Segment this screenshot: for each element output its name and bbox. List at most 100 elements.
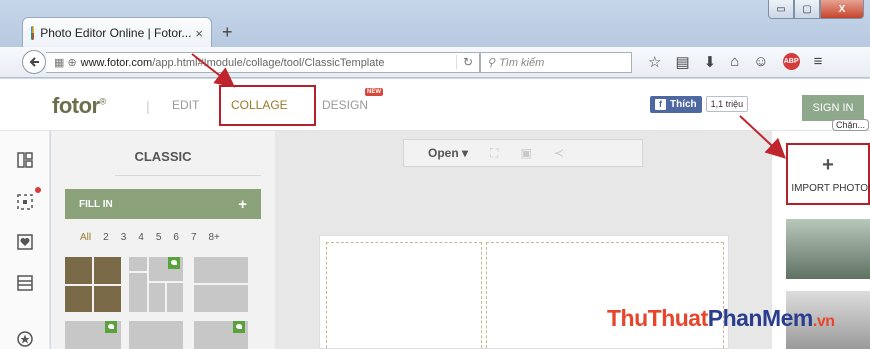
canvas-toolbar: Open ▾ ⛶ ▣ ≺: [403, 139, 643, 167]
thumb-2-cell-e: [167, 283, 183, 312]
fill-in-button[interactable]: FILL IN +: [65, 189, 261, 219]
list-icon: [17, 275, 33, 291]
new-tab-button[interactable]: +: [222, 22, 233, 43]
thumb-3-cell-a: [194, 257, 248, 283]
chat-icon[interactable]: ☺: [753, 53, 768, 71]
toolbar-icons: ☆ ▤ ⬇ ⌂ ☺ ABP ≡: [648, 53, 822, 71]
url-host: www.fotor.com: [80, 56, 153, 69]
search-icon: ⚲: [487, 57, 496, 69]
collage-highlight-box: [219, 85, 316, 126]
watermark-part-2: PhanMem: [707, 305, 814, 331]
filter-8-plus[interactable]: 8+: [209, 232, 220, 243]
collage-cell-right[interactable]: [486, 242, 724, 348]
open-button[interactable]: Open ▾: [428, 146, 468, 160]
premium-tag-icon: [168, 257, 180, 269]
facebook-like-count: 1,1 triệu: [705, 96, 749, 112]
filter-2[interactable]: 2: [103, 232, 109, 243]
fill-in-label: FILL IN: [79, 198, 113, 210]
filter-4[interactable]: 4: [138, 232, 144, 243]
logo-mark: ®: [99, 96, 107, 107]
star-circle-icon: [17, 331, 33, 347]
bookmarks-list-icon[interactable]: ▤: [675, 53, 689, 71]
facebook-like-label: Thích: [670, 98, 697, 110]
chevron-down-icon: ▾: [462, 146, 469, 160]
watermark-part-1: ThuThuat: [607, 305, 708, 331]
template-panel: CLASSIC FILL IN + All 2 3 4 5 6 7 8+: [51, 131, 275, 349]
panel-title: CLASSIC: [134, 149, 192, 164]
browser-titlebar: Photo Editor Online | Fotor... × + ▭ ▢ X: [0, 0, 870, 48]
search-input[interactable]: ⚲ Tìm kiếm: [480, 52, 632, 73]
fotor-header: fotor® | EDIT COLLAGE DESIGN NEW f Thích…: [0, 79, 870, 131]
import-plus-icon: +: [822, 154, 834, 176]
thumb-2-cell-c: [129, 273, 147, 312]
url-path: /app.html#!module/collage/tool/ClassicTe…: [152, 56, 385, 69]
border-icon[interactable]: [16, 193, 34, 211]
tab-close-icon[interactable]: ×: [195, 26, 203, 41]
thumb-3-cell-b: [194, 285, 248, 312]
fill-in-plus-icon: +: [238, 195, 247, 213]
menu-icon[interactable]: ≡: [814, 53, 823, 71]
close-window-button[interactable]: X: [820, 0, 864, 19]
open-label: Open: [428, 146, 459, 160]
url-bar[interactable]: ▦ ⊕ www.fotor.com/app.html#!module/colla…: [46, 52, 480, 73]
tab-title: Photo Editor Online | Fotor...: [40, 26, 192, 40]
save-icon[interactable]: ▣: [520, 146, 531, 160]
tool-rail: [0, 131, 50, 349]
filter-6[interactable]: 6: [173, 232, 179, 243]
import-photos-button[interactable]: + IMPORT PHOTOS: [786, 143, 870, 205]
collage-cell-left[interactable]: [326, 242, 482, 348]
sign-in-button[interactable]: SIGN IN: [802, 95, 864, 121]
adblock-icon[interactable]: ABP: [782, 53, 800, 70]
sticker-icon[interactable]: [16, 233, 34, 251]
layout-icon-svg: [17, 152, 33, 168]
thumb-2-cell-d: [149, 283, 165, 312]
star-icon[interactable]: [16, 330, 34, 348]
fotor-favicon-icon: [31, 26, 35, 40]
home-icon[interactable]: ⌂: [730, 53, 739, 71]
logo-text: fotor: [52, 93, 100, 118]
facebook-like-button[interactable]: f Thích: [650, 95, 702, 113]
thumb-2-cell-a: [129, 257, 147, 271]
new-badge: NEW: [365, 88, 383, 96]
panel-divider: [115, 175, 261, 176]
watermark-logo: ThuThuatPhanMem.vn: [607, 305, 835, 332]
bookmark-star-icon[interactable]: ☆: [648, 53, 661, 71]
filter-5[interactable]: 5: [156, 232, 162, 243]
back-button[interactable]: [22, 50, 46, 74]
count-filters: All 2 3 4 5 6 7 8+: [80, 232, 220, 243]
watermark-part-3: .vn: [812, 313, 835, 330]
nav-edit[interactable]: EDIT: [172, 98, 199, 112]
browser-navbar: ▦ ⊕ www.fotor.com/app.html#!module/colla…: [0, 47, 870, 78]
photo-thumbnail[interactable]: [786, 219, 870, 279]
heart-icon: [17, 234, 33, 250]
back-arrow-icon: [29, 57, 39, 67]
window-controls: ▭ ▢ X: [768, 0, 864, 19]
filter-7[interactable]: 7: [191, 232, 197, 243]
filter-3[interactable]: 3: [121, 232, 127, 243]
download-icon[interactable]: ⬇: [704, 53, 717, 71]
thumb-1-gutter-v: [92, 257, 94, 312]
premium-tag-icon: [233, 321, 245, 333]
share-icon[interactable]: ≺: [554, 146, 564, 160]
crop-icon[interactable]: ⛶: [490, 146, 498, 161]
text-icon[interactable]: [16, 274, 34, 292]
fotor-logo[interactable]: fotor®: [52, 93, 106, 119]
popup-block-tag[interactable]: Chặn...: [832, 119, 870, 131]
header-divider: |: [146, 98, 150, 114]
filter-all[interactable]: All: [80, 232, 91, 243]
site-identity-icon[interactable]: ▦ ⊕: [46, 56, 81, 69]
browser-tab[interactable]: Photo Editor Online | Fotor... ×: [22, 17, 212, 48]
thumb-5-block: [129, 321, 183, 349]
url-text: www.fotor.com/app.html#!module/collage/t…: [81, 57, 385, 69]
maximize-button[interactable]: ▢: [794, 0, 820, 19]
search-placeholder: Tìm kiếm: [499, 56, 545, 69]
notification-dot: [35, 187, 41, 193]
reload-icon[interactable]: ↻: [455, 55, 473, 69]
premium-tag-icon: [105, 321, 117, 333]
facebook-icon: f: [655, 98, 666, 110]
facebook-like[interactable]: f Thích 1,1 triệu: [650, 95, 749, 113]
nav-design[interactable]: DESIGN: [322, 98, 368, 112]
layout-icon[interactable]: [16, 151, 34, 169]
minimize-button[interactable]: ▭: [768, 0, 794, 19]
import-photos-label: IMPORT PHOTOS: [791, 183, 870, 194]
